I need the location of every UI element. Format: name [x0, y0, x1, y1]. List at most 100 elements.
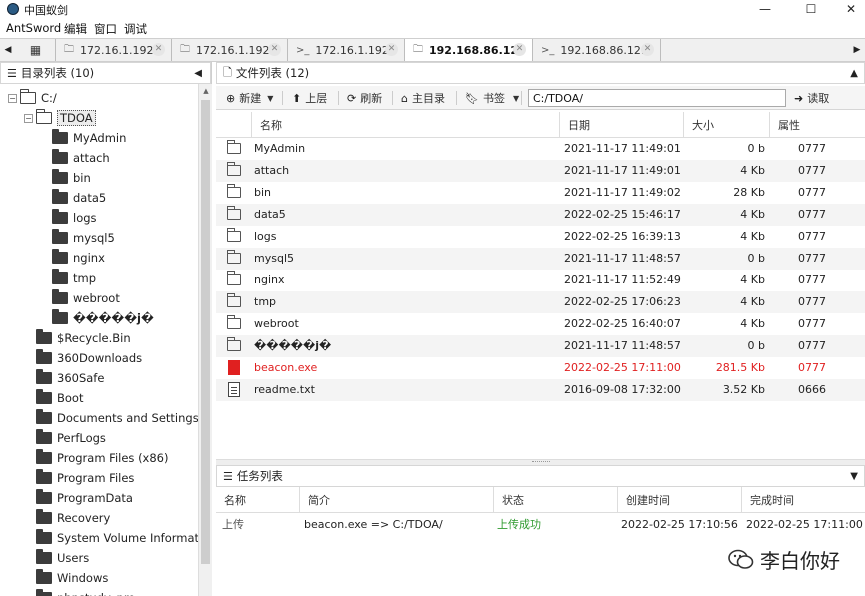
tree-node-label: 360Safe: [57, 371, 105, 385]
tree-node[interactable]: attach: [40, 148, 110, 168]
tab-scroll-right-icon[interactable]: ▶: [849, 39, 865, 61]
tree-node[interactable]: MyAdmin: [40, 128, 126, 148]
file-row[interactable]: �����j� 2021-11-17 11:48:57 0 b 0777: [216, 335, 865, 358]
tree-node[interactable]: − TDOA: [24, 108, 96, 128]
splitter-grip[interactable]: [532, 461, 550, 463]
folder-icon: 🗀: [180, 43, 190, 55]
tree-node[interactable]: PerfLogs: [24, 428, 106, 448]
tab-close-icon[interactable]: ✕: [268, 43, 281, 56]
tree-node[interactable]: Recovery: [24, 508, 110, 528]
tree-node[interactable]: System Volume Information: [24, 528, 198, 548]
menu-antsword[interactable]: AntSword: [6, 21, 61, 35]
minimize-button[interactable]: —: [750, 0, 780, 18]
tab-4[interactable]: >_ 192.168.86.129 ✕: [533, 39, 661, 61]
column-date[interactable]: 日期: [560, 112, 684, 138]
new-button[interactable]: ⊕ 新建 ▼: [226, 86, 273, 110]
read-button[interactable]: ➜ 读取: [794, 86, 829, 110]
tree-node[interactable]: phpstudy_pro: [24, 588, 135, 596]
tree-scrollbar[interactable]: ▲: [198, 84, 212, 596]
file-size: 4 Kb: [740, 317, 765, 331]
close-button[interactable]: ✕: [836, 0, 865, 18]
tree-node[interactable]: − C:/: [8, 88, 57, 108]
file-row[interactable]: logs 2022-02-25 16:39:13 4 Kb 0777: [216, 226, 865, 248]
file-row[interactable]: readme.txt 2016-09-08 17:32:00 3.52 Kb 0666: [216, 378, 865, 401]
collapse-toggle-icon[interactable]: −: [24, 113, 33, 123]
tree-node[interactable]: Windows: [24, 568, 108, 588]
tab-3[interactable]: 🗀 192.168.86.129 ✕: [405, 39, 533, 61]
tree-node[interactable]: data5: [40, 188, 106, 208]
file-size: 4 Kb: [740, 295, 765, 309]
tree-node[interactable]: mysql5: [40, 228, 115, 248]
file-row[interactable]: tmp 2022-02-25 17:06:23 4 Kb 0777: [216, 291, 865, 314]
collapse-down-icon[interactable]: ▼: [850, 471, 858, 482]
tab-close-icon[interactable]: ✕: [641, 43, 654, 56]
tree-node[interactable]: �����j�: [40, 308, 154, 328]
task-column-created[interactable]: 创建时间: [618, 487, 742, 513]
file-row[interactable]: data5 2022-02-25 15:46:17 4 Kb 0777: [216, 203, 865, 226]
file-name: webroot: [254, 317, 299, 331]
tab-0[interactable]: 🗀 172.16.1.192 ✕: [56, 39, 172, 61]
file-row[interactable]: bin 2021-11-17 11:49:02 28 Kb 0777: [216, 182, 865, 204]
tree-node[interactable]: $Recycle.Bin: [24, 328, 131, 348]
collapse-up-icon[interactable]: ▲: [850, 68, 858, 79]
toolbar-divider: [521, 91, 522, 105]
tab-label: 192.168.86.129: [560, 43, 648, 57]
menu-debug[interactable]: 调试: [124, 21, 147, 37]
tab-close-icon[interactable]: ✕: [513, 43, 526, 56]
task-column-status[interactable]: 状态: [494, 487, 618, 513]
file-row[interactable]: beacon.exe 2022-02-25 17:11:00 281.5 Kb 077…: [216, 357, 865, 379]
file-row[interactable]: attach 2021-11-17 11:49:01 4 Kb 0777: [216, 159, 865, 182]
task-column-finished[interactable]: 完成时间: [742, 487, 865, 513]
tree-node[interactable]: 360Safe: [24, 368, 104, 388]
tree-node[interactable]: bin: [40, 168, 91, 188]
scrollbar-thumb[interactable]: [201, 100, 210, 564]
tree-node[interactable]: Boot: [24, 388, 83, 408]
collapse-toggle-icon[interactable]: −: [8, 93, 17, 103]
file-row[interactable]: MyAdmin 2021-11-17 11:49:01 0 b 0777: [216, 138, 865, 160]
maximize-button[interactable]: ☐: [796, 0, 826, 18]
tab-2[interactable]: >_ 172.16.1.192 ✕: [288, 39, 405, 61]
file-attr: 0777: [798, 251, 826, 265]
bookmark-button[interactable]: 🔖︎ 书签 ▼: [465, 86, 519, 110]
tree-node[interactable]: tmp: [40, 268, 96, 288]
tree-node[interactable]: 360Downloads: [24, 348, 142, 368]
tree-node-label: ProgramData: [57, 491, 133, 505]
tab-home[interactable]: ▦: [16, 39, 56, 61]
file-date: 2021-11-17 11:49:02: [564, 185, 681, 199]
tree-node[interactable]: Documents and Settings: [24, 408, 198, 428]
tree-node[interactable]: ProgramData: [24, 488, 133, 508]
scroll-up-icon[interactable]: ▲: [199, 84, 213, 98]
tree-node[interactable]: logs: [40, 208, 97, 228]
column-attr[interactable]: 属性: [770, 112, 865, 138]
path-input[interactable]: [528, 89, 786, 107]
menu-edit[interactable]: 编辑: [64, 21, 87, 37]
tree-node[interactable]: Program Files: [24, 468, 134, 488]
task-column-name[interactable]: 名称: [216, 487, 300, 513]
file-row[interactable]: mysql5 2021-11-17 11:48:57 0 b 0777: [216, 247, 865, 270]
up-button[interactable]: ⬆ 上层: [292, 86, 327, 110]
file-row[interactable]: nginx 2021-11-17 11:52:49 4 Kb 0777: [216, 269, 865, 291]
column-size[interactable]: 大小: [684, 112, 770, 138]
tree-node[interactable]: Users: [24, 548, 89, 568]
refresh-button[interactable]: ⟳ 刷新: [347, 86, 382, 110]
tree-node[interactable]: webroot: [40, 288, 120, 308]
tree-node[interactable]: nginx: [40, 248, 105, 268]
tab-close-icon[interactable]: ✕: [385, 43, 398, 56]
column-name[interactable]: 名称: [252, 112, 560, 138]
tab-scroll-left-icon[interactable]: ◀: [0, 39, 16, 61]
folder-icon: 🗀: [413, 43, 423, 55]
file-icon: 🗋: [223, 65, 232, 79]
tab-label: 192.168.86.129: [429, 43, 526, 57]
collapse-left-icon[interactable]: ◀: [194, 68, 202, 79]
folder-icon: [226, 227, 241, 242]
tab-close-icon[interactable]: ✕: [152, 43, 165, 56]
tree-node-label: Users: [57, 551, 90, 565]
file-row[interactable]: webroot 2022-02-25 16:40:07 4 Kb 0777: [216, 313, 865, 335]
home-button[interactable]: ⌂ 主目录: [401, 86, 445, 110]
task-column-desc[interactable]: 简介: [300, 487, 494, 513]
tab-1[interactable]: 🗀 172.16.1.192 ✕: [172, 39, 288, 61]
menu-window[interactable]: 窗口: [94, 21, 117, 37]
read-label: 读取: [807, 92, 830, 105]
tree-node[interactable]: Program Files (x86): [24, 448, 168, 468]
task-row[interactable]: 上传 beacon.exe => C:/TDOA/ 上传成功 2022-02-2…: [216, 514, 865, 536]
